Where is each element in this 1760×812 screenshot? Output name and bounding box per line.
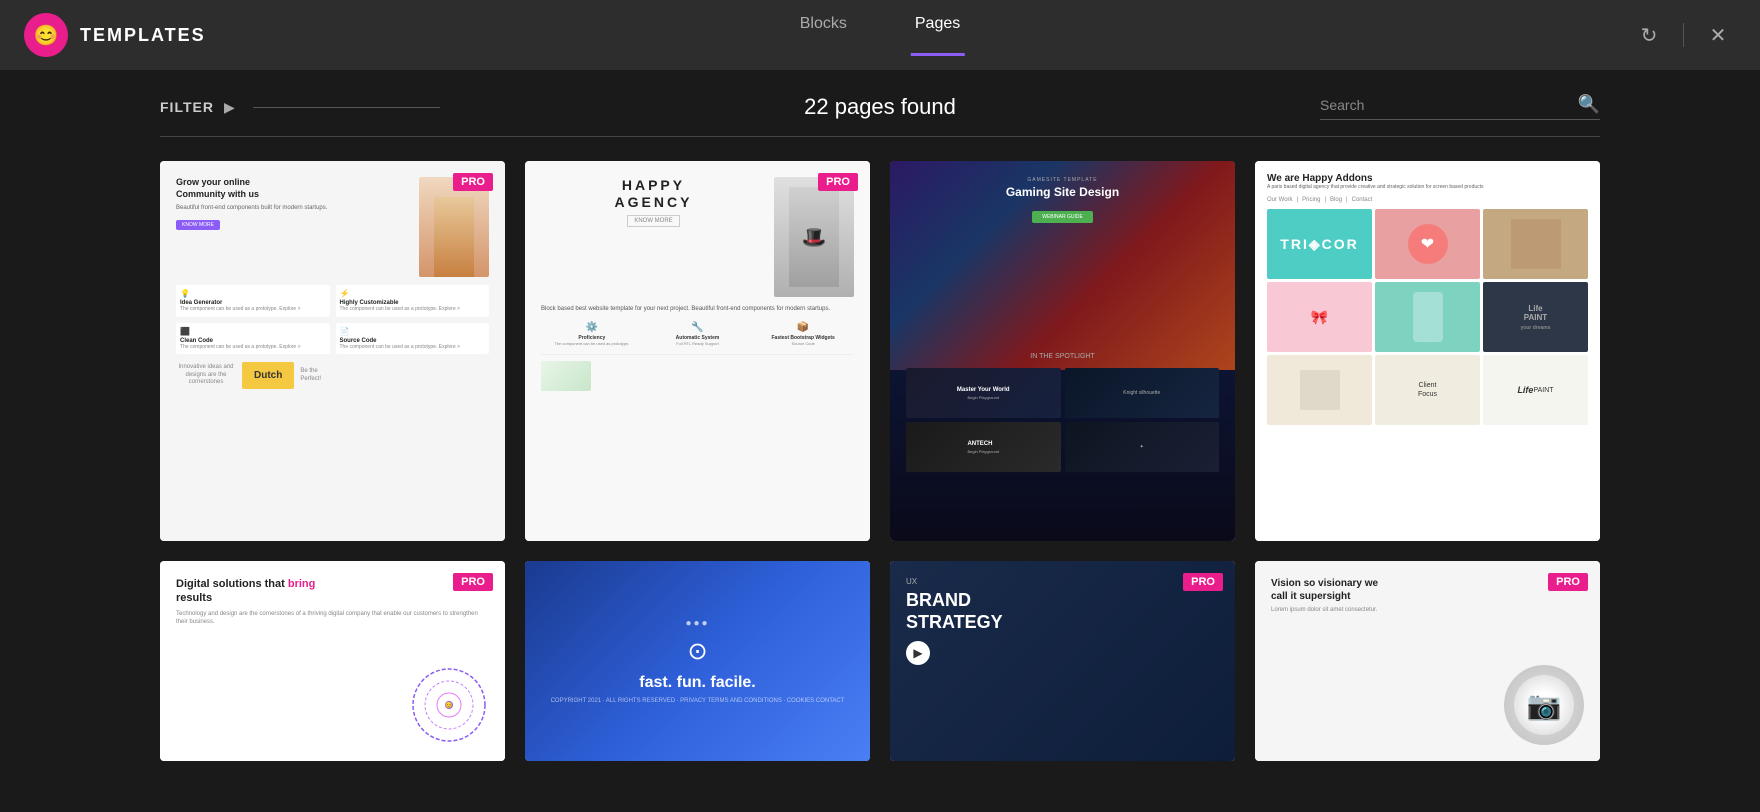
search-section: 🔍: [1320, 94, 1600, 120]
app-title: TEMPLATES: [80, 25, 206, 46]
card-preview-community: Grow your onlineCommunity with us Beauti…: [160, 161, 505, 541]
pro-badge-supersight: PRO: [1548, 573, 1588, 591]
logo-icon: 😊: [24, 13, 68, 57]
filter-arrow-icon[interactable]: ▶: [224, 99, 235, 116]
refresh-button[interactable]: ↻: [1631, 17, 1667, 53]
main-content: FILTER ▶ 22 pages found 🔍 PRO Grow your …: [0, 70, 1760, 812]
card-preview-happy-addons: We are Happy Addons A paris based digita…: [1255, 161, 1600, 541]
card-preview-gaming: GAMESITE TEMPLATE Gaming Site Design WEB…: [890, 161, 1235, 541]
card-preview-ux-brand: UX BRANDSTRATEGY ▶: [890, 561, 1235, 761]
search-button[interactable]: 🔍: [1578, 94, 1600, 115]
toolbar: FILTER ▶ 22 pages found 🔍: [160, 70, 1600, 137]
template-card-happy-agency[interactable]: PRO HAPPYAGENCY KNOW MORE 🎩 Block based …: [525, 161, 870, 541]
header-divider: [1683, 23, 1684, 47]
template-card-community[interactable]: PRO Grow your onlineCommunity with us Be…: [160, 161, 505, 541]
filter-section: FILTER ▶: [160, 99, 440, 116]
logo-section: 😊 TEMPLATES: [24, 13, 206, 57]
template-card-supersight[interactable]: PRO Vision so visionary wecall it supers…: [1255, 561, 1600, 761]
header: 😊 TEMPLATES Blocks Pages ↻ ✕: [0, 0, 1760, 70]
header-tabs: Blocks Pages: [796, 15, 965, 56]
filter-label: FILTER: [160, 99, 214, 115]
card-preview-happy-agency: HAPPYAGENCY KNOW MORE 🎩 Block based best…: [525, 161, 870, 541]
close-button[interactable]: ✕: [1700, 17, 1736, 53]
template-card-fast-fun[interactable]: ●●● ⊙ fast. fun. facile. COPYRIGHT 2021 …: [525, 561, 870, 761]
card6-title: fast. fun. facile.: [639, 674, 755, 692]
card-preview-digital-solutions: Digital solutions that bringresults Tech…: [160, 561, 505, 761]
pro-badge-digital-solutions: PRO: [453, 573, 493, 591]
template-card-digital-solutions[interactable]: PRO Digital solutions that bringresults …: [160, 561, 505, 761]
svg-text:😊: 😊: [445, 701, 452, 709]
pro-badge-community: PRO: [453, 173, 493, 191]
template-grid: PRO Grow your onlineCommunity with us Be…: [160, 161, 1600, 801]
search-input[interactable]: [1320, 97, 1578, 113]
tab-pages[interactable]: Pages: [911, 15, 964, 56]
card-preview-supersight: Vision so visionary wecall it supersight…: [1255, 561, 1600, 761]
filter-underline: [253, 107, 440, 108]
pages-count: 22 pages found: [440, 94, 1320, 120]
card-preview-fast-fun: ●●● ⊙ fast. fun. facile. COPYRIGHT 2021 …: [525, 561, 870, 761]
template-card-gaming[interactable]: GAMESITE TEMPLATE Gaming Site Design WEB…: [890, 161, 1235, 541]
pro-badge-ux-brand: PRO: [1183, 573, 1223, 591]
tab-blocks[interactable]: Blocks: [796, 15, 851, 56]
header-actions: ↻ ✕: [1631, 17, 1736, 53]
template-card-ux-brand[interactable]: PRO UX BRANDSTRATEGY ▶: [890, 561, 1235, 761]
template-card-happy-addons[interactable]: We are Happy Addons A paris based digita…: [1255, 161, 1600, 541]
pro-badge-happy-agency: PRO: [818, 173, 858, 191]
